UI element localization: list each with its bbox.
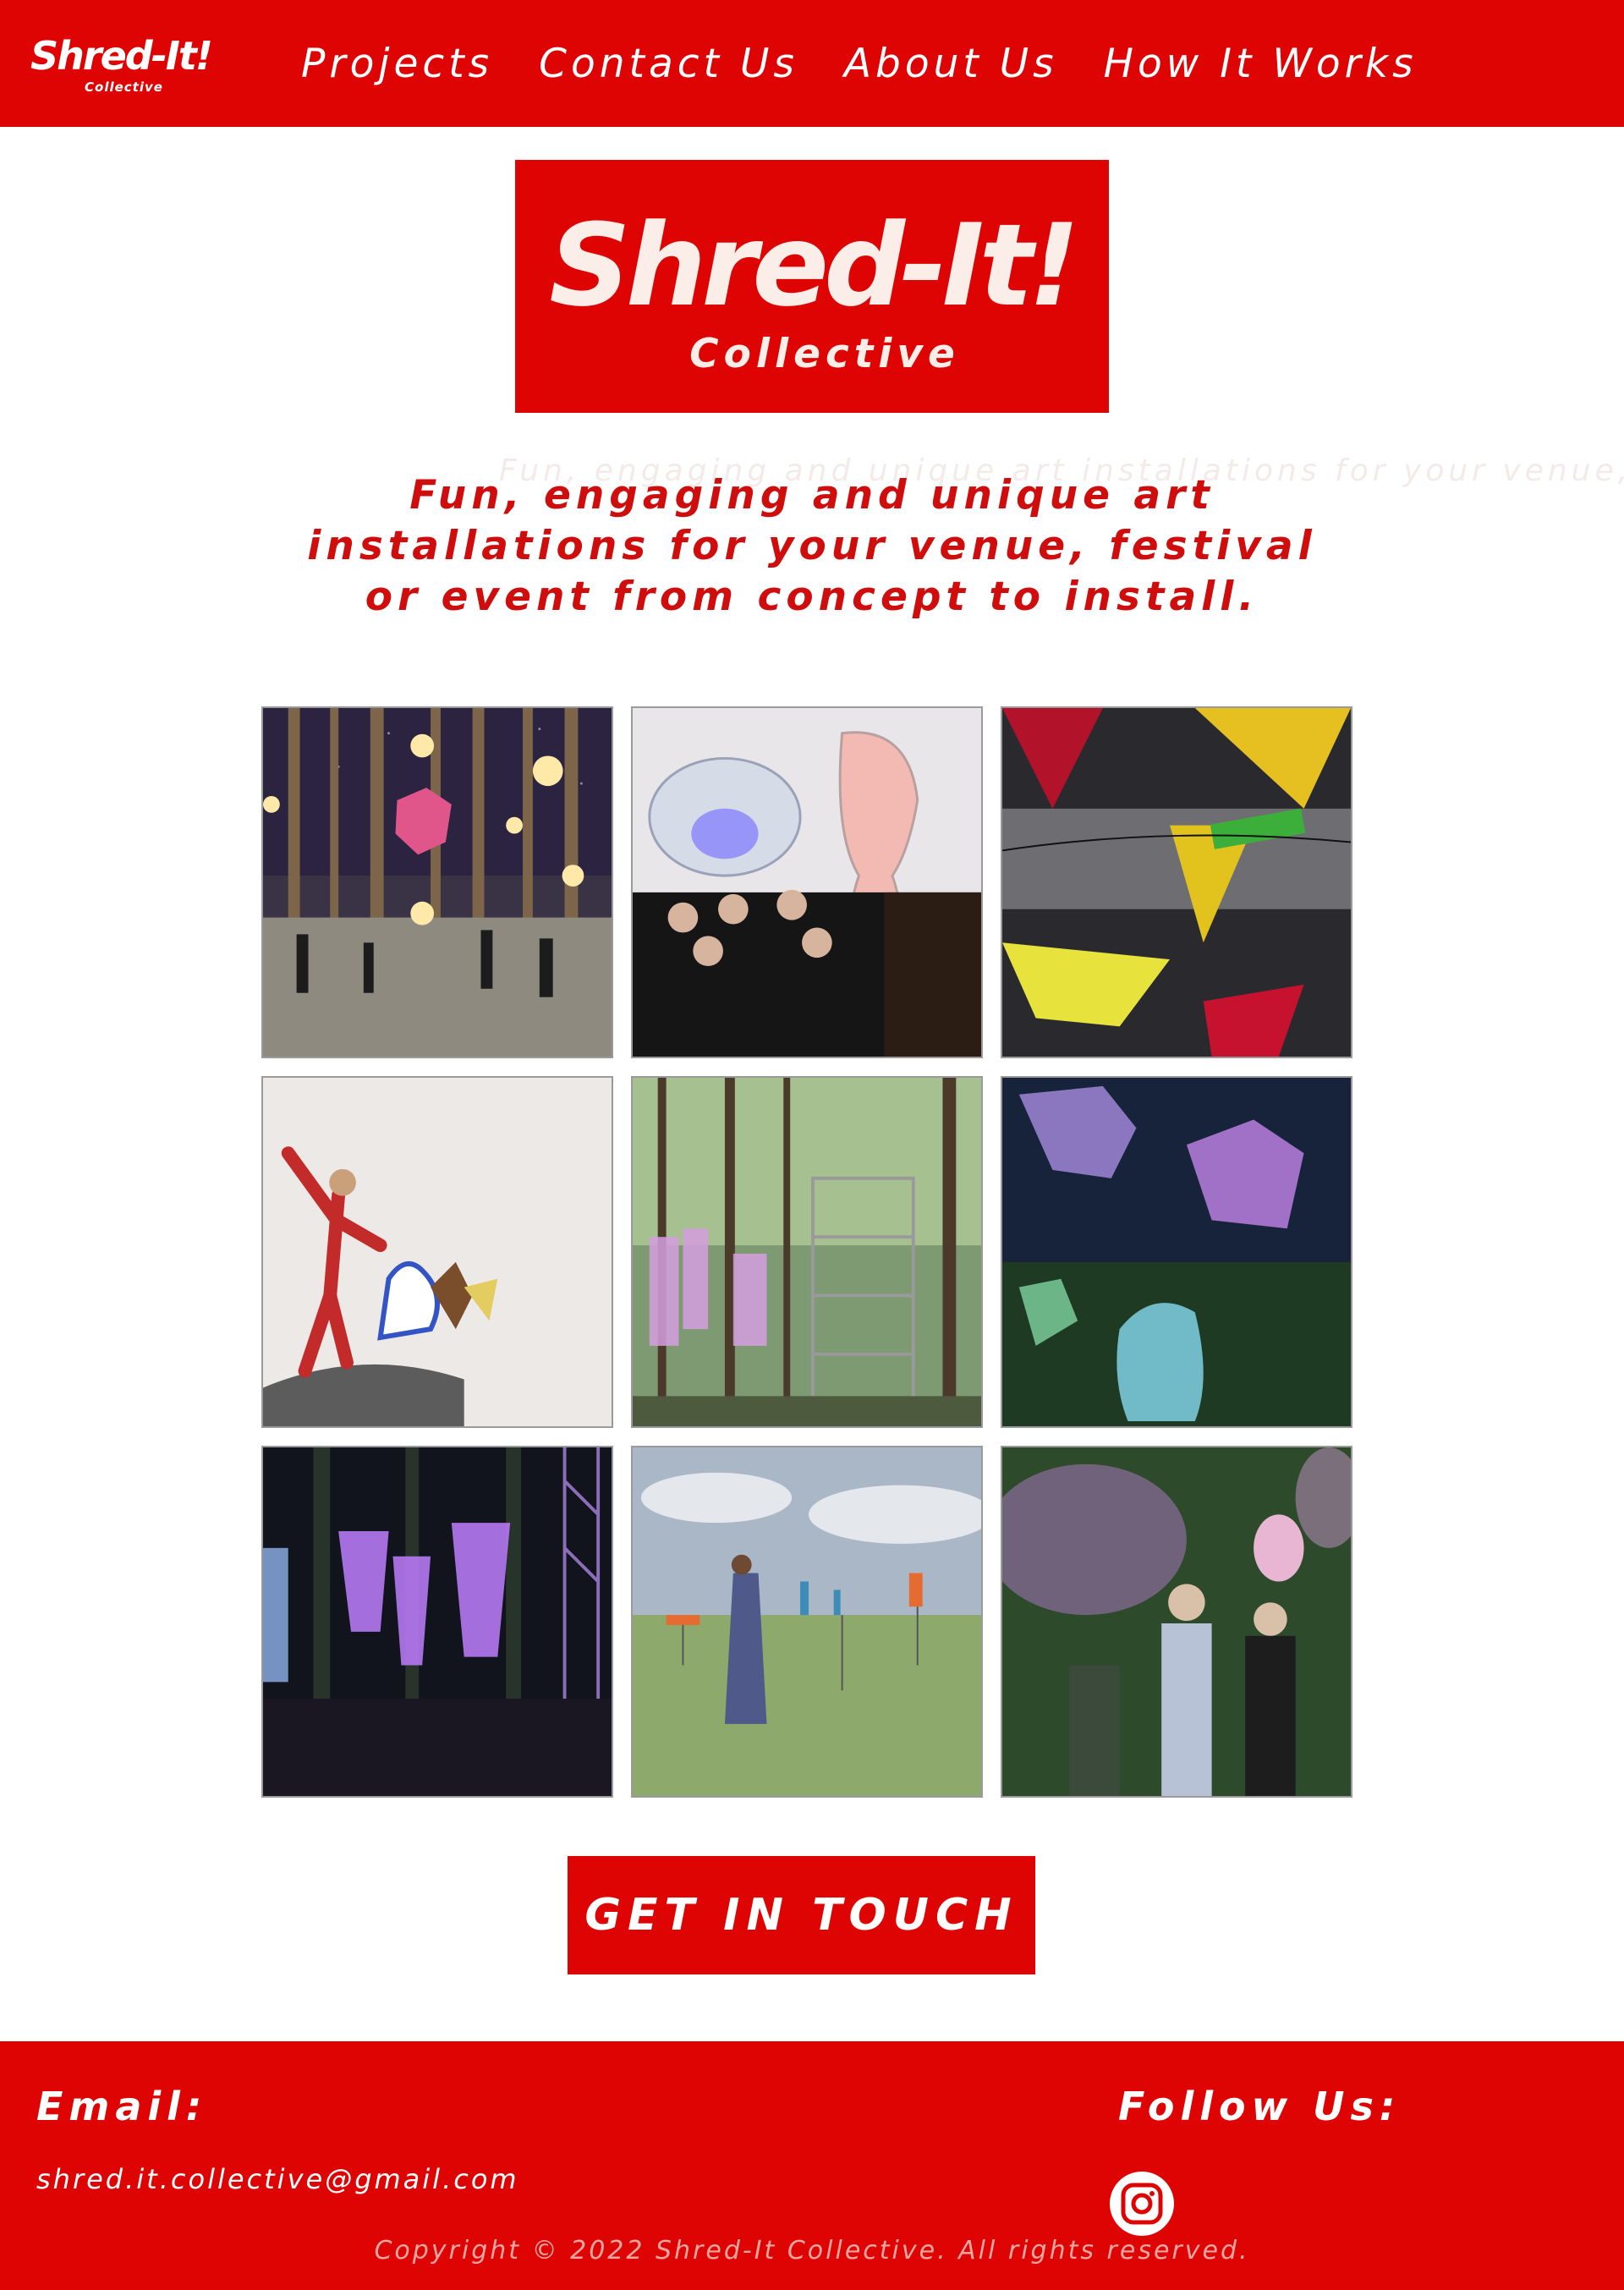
gallery-tile-4[interactable] bbox=[261, 1076, 613, 1428]
follow-heading: Follow Us: bbox=[1118, 2084, 1402, 2129]
email-heading: Email: bbox=[36, 2084, 208, 2129]
visitors-sculptures-image bbox=[1002, 1447, 1351, 1796]
tagline-line: or event from concept to install. bbox=[365, 574, 1259, 620]
header-logo-text: Shred-It! bbox=[30, 33, 213, 79]
dancing-figures-image bbox=[263, 1078, 612, 1426]
project-gallery bbox=[261, 706, 1354, 1798]
field-render-image bbox=[633, 1447, 981, 1796]
header-logo-subtext: Collective bbox=[85, 80, 163, 95]
purple-lanterns-image bbox=[263, 1447, 612, 1796]
header-logo[interactable]: Shred-It! Collective bbox=[30, 32, 225, 100]
instagram-icon bbox=[1110, 2172, 1174, 2236]
tagline-line: installations for your venue, festival bbox=[307, 523, 1317, 569]
forest-performers-image bbox=[263, 708, 612, 1057]
glowing-canopy-image bbox=[1002, 1078, 1351, 1426]
gallery-tile-3[interactable] bbox=[1001, 706, 1352, 1058]
nav-contact-us[interactable]: Contact Us bbox=[539, 34, 798, 95]
nav-about-us[interactable]: About Us bbox=[844, 34, 1058, 95]
hero-logo: Shred-It! Collective bbox=[515, 160, 1109, 413]
gallery-tile-2[interactable] bbox=[631, 706, 983, 1058]
gallery-tile-9[interactable] bbox=[1001, 1446, 1352, 1798]
gallery-tile-5[interactable] bbox=[631, 1076, 983, 1428]
triangle-flags-image bbox=[1002, 708, 1351, 1057]
site-footer: Email: shred.it.collective@gmail.com Fol… bbox=[0, 2041, 1624, 2290]
nav-projects[interactable]: Projects bbox=[301, 34, 493, 95]
site-header: Shred-It! Collective Projects Contact Us… bbox=[0, 0, 1624, 127]
get-in-touch-button[interactable]: GET IN TOUCH bbox=[568, 1856, 1035, 1974]
tagline: Fun, engaging and unique art installatio… bbox=[288, 470, 1336, 623]
choir-sculptures-image bbox=[633, 708, 981, 1057]
copyright-text: Copyright © 2022 Shred-It Collective. Al… bbox=[374, 2236, 1250, 2265]
email-link[interactable]: shred.it.collective@gmail.com bbox=[36, 2163, 519, 2195]
hero-logo-subtext: Collective bbox=[689, 331, 960, 377]
gallery-tile-1[interactable] bbox=[261, 706, 613, 1058]
nav-how-it-works[interactable]: How It Works bbox=[1104, 34, 1418, 95]
gallery-tile-7[interactable] bbox=[261, 1446, 613, 1798]
gallery-tile-8[interactable] bbox=[631, 1446, 983, 1798]
gallery-tile-6[interactable] bbox=[1001, 1076, 1352, 1428]
tagline-line: Fun, engaging and unique art bbox=[409, 472, 1215, 519]
hero-logo-text: Shred-It! bbox=[549, 200, 1079, 332]
instagram-link[interactable] bbox=[1108, 2170, 1176, 2238]
forest-scaffold-image bbox=[633, 1078, 981, 1426]
main-nav: Projects Contact Us About Us How It Work… bbox=[301, 34, 1463, 95]
